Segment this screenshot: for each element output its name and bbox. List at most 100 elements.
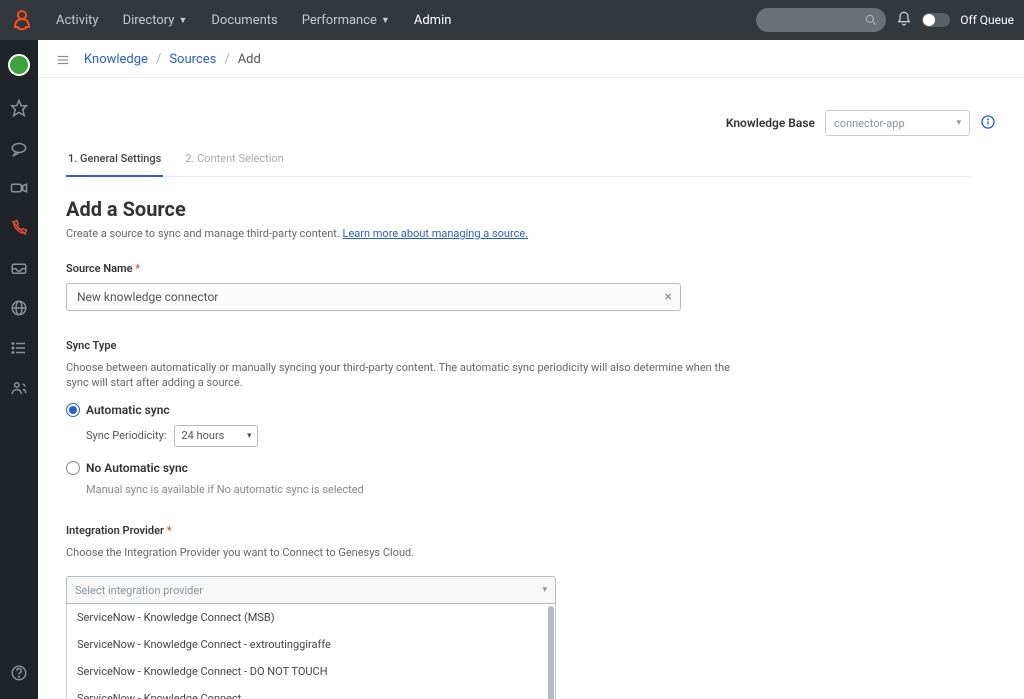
video-icon	[10, 179, 28, 197]
inbox-icon	[10, 259, 28, 277]
info-icon	[980, 114, 996, 130]
sync-type-section: Sync Type Choose between automatically o…	[66, 339, 970, 496]
sync-periodicity-row: Sync Periodicity: 24 hours ▾	[66, 425, 970, 447]
hamburger-icon	[56, 53, 70, 67]
sidebar-phone-disabled[interactable]	[0, 210, 38, 246]
radio-label: No Automatic sync	[86, 461, 188, 475]
globe-icon	[10, 299, 28, 317]
chevron-down-icon: ▼	[178, 15, 187, 26]
breadcrumb-separator: /	[156, 52, 161, 67]
integration-provider-heading-text: Integration Provider	[66, 524, 167, 537]
sync-type-heading: Sync Type	[66, 339, 970, 352]
radio-automatic-sync[interactable]: Automatic sync	[66, 403, 970, 417]
info-button[interactable]	[980, 114, 996, 133]
source-name-label-text: Source Name	[66, 262, 135, 275]
integration-provider-placeholder: Select integration provider	[75, 584, 203, 597]
chevron-down-icon: ▾	[956, 118, 961, 128]
nav-admin[interactable]: Admin	[404, 3, 462, 38]
radio-no-automatic-sync[interactable]: No Automatic sync	[66, 461, 970, 475]
breadcrumb-knowledge[interactable]: Knowledge	[84, 52, 148, 67]
page-title: Add a Source	[66, 197, 970, 221]
knowledge-base-row: Knowledge Base connector-app ▾	[38, 78, 1024, 152]
sidebar-help[interactable]	[0, 655, 38, 691]
queue-status-label: Off Queue	[960, 13, 1014, 27]
sidebar-globe[interactable]	[0, 290, 38, 326]
required-mark: *	[167, 524, 172, 537]
top-bar: Activity Directory▼ Documents Performanc…	[0, 0, 1024, 40]
scrollbar-thumb[interactable]	[548, 606, 554, 699]
integration-provider-select[interactable]: Select integration provider ▾	[66, 576, 556, 604]
desc-text: Create a source to sync and manage third…	[66, 227, 343, 240]
search-input[interactable]	[756, 8, 886, 32]
main-panel: Knowledge / Sources / Add Knowledge Base…	[38, 40, 1024, 699]
provider-option[interactable]: ServiceNow - Knowledge Connect - extrout…	[67, 631, 555, 658]
integration-provider-dropdown: ServiceNow - Knowledge Connect (MSB) Ser…	[66, 604, 556, 699]
integration-provider-section: Integration Provider * Choose the Integr…	[66, 524, 970, 699]
content: 1. General Settings 2. Content Selection…	[38, 152, 998, 699]
breadcrumb-separator: /	[224, 52, 229, 67]
tab-general-settings[interactable]: 1. General Settings	[66, 152, 163, 177]
nav-label: Performance	[302, 13, 377, 28]
knowledge-base-label: Knowledge Base	[726, 116, 815, 130]
integration-provider-heading: Integration Provider *	[66, 524, 970, 537]
notifications-button[interactable]	[896, 11, 912, 30]
top-nav: Activity Directory▼ Documents Performanc…	[46, 3, 461, 38]
nav-performance[interactable]: Performance ▼	[292, 3, 400, 38]
help-icon	[10, 664, 28, 682]
provider-option[interactable]: ServiceNow - Knowledge Connect - DO NOT …	[67, 658, 555, 685]
sync-type-help: Choose between automatically or manually…	[66, 360, 746, 391]
clear-input-button[interactable]: ×	[665, 289, 672, 305]
star-icon	[10, 99, 28, 117]
no-auto-sync-help: Manual sync is available if No automatic…	[66, 483, 970, 496]
sidebar-list[interactable]	[0, 330, 38, 366]
provider-option[interactable]: ServiceNow - Knowledge Connect (MSB)	[67, 604, 555, 631]
source-name-value: New knowledge connector	[77, 290, 218, 304]
radio-label: Automatic sync	[86, 403, 170, 417]
source-name-label: Source Name *	[66, 262, 970, 275]
sync-periodicity-select[interactable]: 24 hours ▾	[174, 425, 258, 447]
required-mark: *	[135, 262, 140, 275]
queue-toggle[interactable]	[922, 13, 950, 27]
sidebar-video[interactable]	[0, 170, 38, 206]
nav-label: Directory	[123, 13, 175, 28]
wizard-tabs: 1. General Settings 2. Content Selection	[66, 152, 970, 177]
chat-icon	[10, 139, 28, 157]
nav-label: Activity	[56, 13, 99, 28]
chevron-down-icon: ▾	[542, 585, 547, 595]
sidebar-chat[interactable]	[0, 130, 38, 166]
people-icon	[10, 379, 28, 397]
breadcrumb: Knowledge / Sources / Add	[38, 40, 1024, 78]
chevron-down-icon: ▾	[247, 431, 252, 441]
integration-provider-help: Choose the Integration Provider you want…	[66, 545, 746, 560]
phone-off-icon	[10, 219, 28, 237]
breadcrumb-sources[interactable]: Sources	[169, 52, 216, 67]
provider-option[interactable]: ServiceNow - Knowledge Connect	[67, 685, 555, 699]
tab-content-selection[interactable]: 2. Content Selection	[183, 152, 285, 176]
user-avatar[interactable]	[8, 54, 30, 76]
sync-periodicity-value: 24 hours	[181, 429, 224, 442]
search-icon	[864, 13, 878, 27]
nav-label: Documents	[211, 13, 277, 28]
menu-toggle[interactable]	[56, 53, 70, 67]
nav-label: Admin	[414, 13, 452, 28]
brand-logo	[10, 8, 34, 32]
chevron-down-icon: ▼	[381, 15, 390, 26]
sidebar-people[interactable]	[0, 370, 38, 406]
nav-directory[interactable]: Directory▼	[113, 3, 198, 38]
knowledge-base-select[interactable]: connector-app ▾	[825, 110, 970, 136]
sync-periodicity-label: Sync Periodicity:	[86, 429, 166, 442]
page-description: Create a source to sync and manage third…	[66, 227, 970, 240]
sidebar-favorites[interactable]	[0, 90, 38, 126]
nav-activity[interactable]: Activity	[46, 3, 109, 38]
nav-documents[interactable]: Documents	[201, 3, 287, 38]
sidebar-inbox[interactable]	[0, 250, 38, 286]
knowledge-base-value: connector-app	[834, 117, 905, 130]
radio-icon	[66, 403, 80, 417]
radio-icon	[66, 461, 80, 475]
bell-icon	[896, 11, 912, 27]
left-rail	[0, 40, 38, 699]
list-icon	[10, 339, 28, 357]
learn-more-link[interactable]: Learn more about managing a source.	[343, 227, 529, 240]
topbar-right: Off Queue	[756, 8, 1014, 32]
source-name-input[interactable]: New knowledge connector ×	[66, 283, 681, 311]
